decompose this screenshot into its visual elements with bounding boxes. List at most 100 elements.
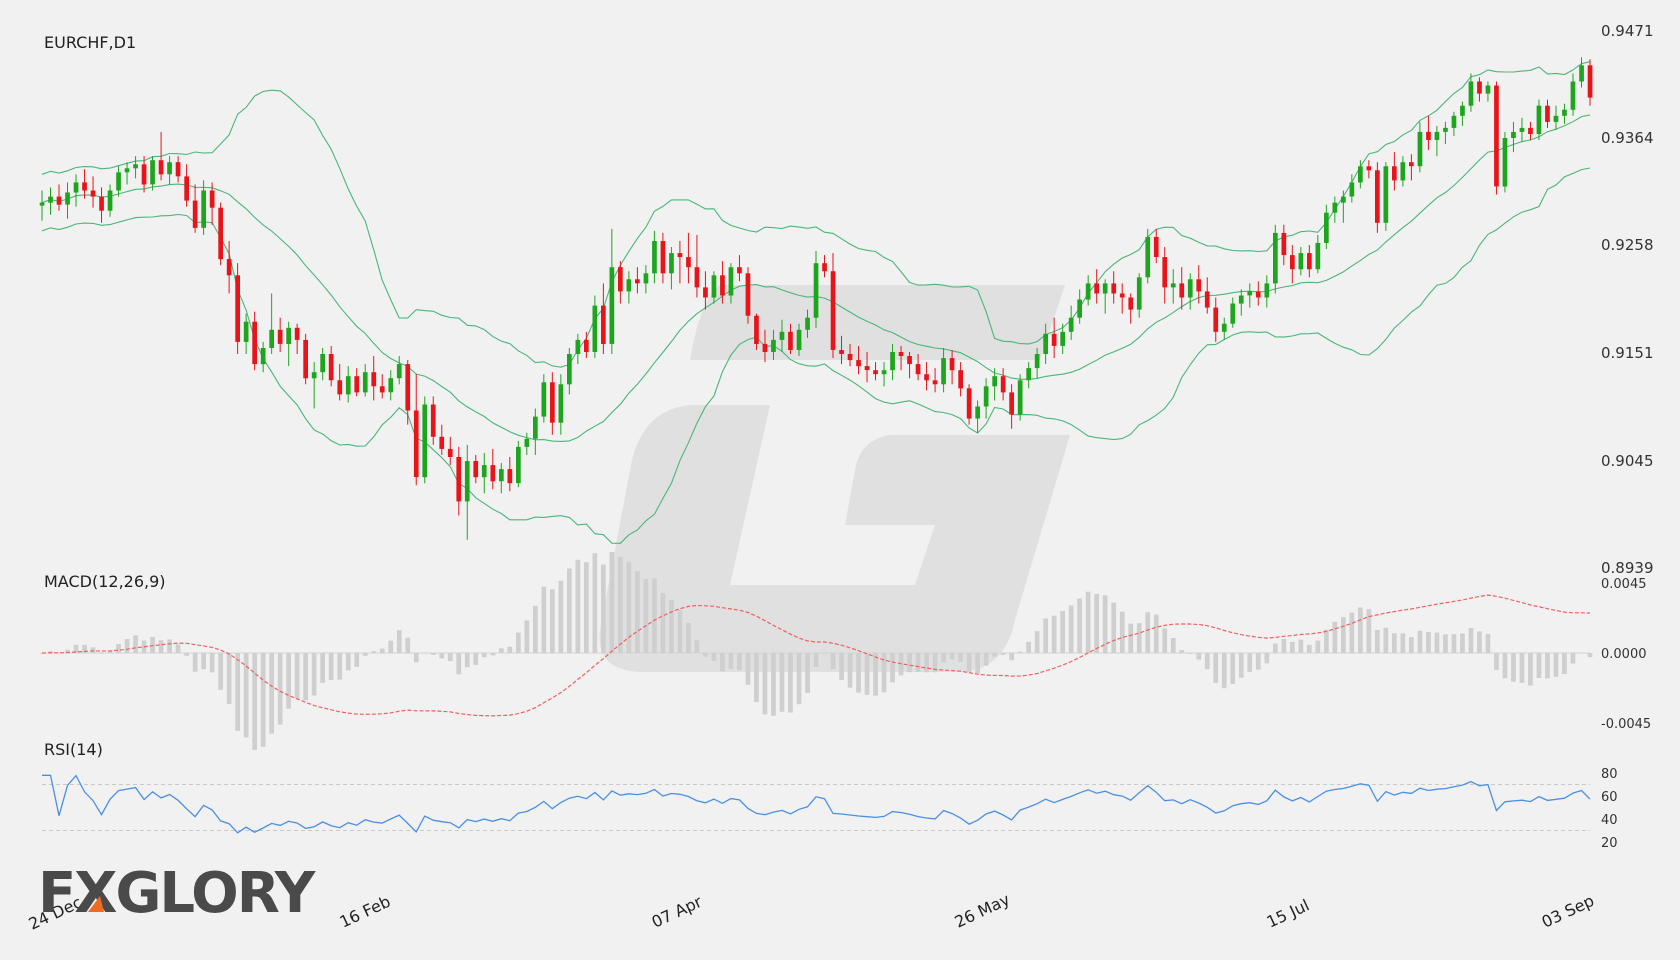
candle-up xyxy=(1443,127,1448,132)
macd-histogram-bar xyxy=(499,648,504,653)
candle-down xyxy=(235,275,240,342)
candle-up xyxy=(1230,303,1236,324)
candle-up xyxy=(422,404,428,478)
candle-up xyxy=(396,364,402,379)
candle-up xyxy=(1570,81,1576,110)
macd-histogram-bar xyxy=(1341,617,1346,653)
macd-histogram-bar xyxy=(856,653,861,693)
macd-histogram-bar xyxy=(192,653,198,672)
candle-down xyxy=(1290,255,1295,270)
macd-histogram-bar xyxy=(158,640,164,653)
candle-down xyxy=(677,253,683,258)
candle-down xyxy=(839,350,844,354)
macd-histogram-bar xyxy=(728,653,734,670)
macd-histogram-bar xyxy=(337,653,343,680)
macd-histogram-bar xyxy=(1162,628,1168,653)
candle-down xyxy=(898,352,904,356)
macd-histogram-bar xyxy=(1485,633,1491,653)
candle-down xyxy=(1307,253,1312,270)
candle-up xyxy=(243,321,249,342)
macd-histogram-bar xyxy=(1119,611,1125,653)
candle-up xyxy=(1264,283,1270,298)
chart-canvas: EURCHF,D1 MACD(12,26,9) RSI(14) 0.9471 0… xyxy=(26,22,1654,934)
macd-histogram-bar xyxy=(626,561,632,653)
candle-up xyxy=(1298,253,1304,270)
macd-histogram-bar xyxy=(1324,629,1329,653)
candle-down xyxy=(1366,166,1372,171)
candle-up xyxy=(941,358,946,385)
candle-up xyxy=(992,376,997,387)
candle-down xyxy=(550,382,555,423)
candle-up xyxy=(983,386,989,407)
candle-down xyxy=(745,273,751,316)
macd-histogram-bar xyxy=(218,653,223,690)
candle-up xyxy=(311,372,317,379)
macd-histogram-bar xyxy=(949,653,955,660)
candle-down xyxy=(1213,307,1219,332)
candle-up xyxy=(388,378,394,393)
candle-up xyxy=(1579,65,1584,82)
macd-histogram-bar xyxy=(873,653,878,696)
candle-down xyxy=(226,259,232,276)
macd-histogram-bar xyxy=(1400,633,1406,653)
macd-histogram-bar xyxy=(847,653,853,688)
candle-up xyxy=(1562,109,1567,116)
macd-histogram-bar xyxy=(1238,653,1244,678)
macd-histogram-bar xyxy=(1553,653,1559,677)
candle-up xyxy=(1511,131,1516,138)
candle-up xyxy=(711,275,717,298)
macd-histogram-bar xyxy=(796,653,802,705)
candle-up xyxy=(881,370,887,375)
macd-histogram-bar xyxy=(1128,623,1134,653)
candle-down xyxy=(99,196,104,211)
candle-up xyxy=(65,192,70,205)
candle-down xyxy=(1051,333,1057,346)
macd-histogram-bar xyxy=(711,653,717,661)
candle-down xyxy=(1426,131,1431,140)
macd-histogram-bar xyxy=(439,653,445,659)
macd-histogram-bar xyxy=(1264,653,1270,664)
candle-down xyxy=(788,331,793,350)
macd-histogram-bar xyxy=(201,653,206,670)
macd-histogram-bar xyxy=(1136,623,1142,653)
candle-up xyxy=(1383,166,1389,223)
rsi-y-tick: 20 xyxy=(1601,836,1618,851)
macd-histogram-bar xyxy=(601,564,606,653)
candle-up xyxy=(1170,283,1176,288)
macd-histogram-bar xyxy=(541,586,547,653)
macd-histogram-bar xyxy=(1417,630,1423,653)
candle-down xyxy=(507,469,513,484)
macd-histogram-bar xyxy=(133,635,138,653)
macd-histogram-bar xyxy=(788,653,793,713)
candle-down xyxy=(294,327,300,340)
x-tick-label: 15 Jul xyxy=(1264,895,1313,931)
macd-histogram-bar xyxy=(584,562,589,653)
candle-down xyxy=(1494,85,1499,187)
candle-up xyxy=(592,305,598,352)
candle-up xyxy=(1247,291,1253,296)
candle-down xyxy=(873,370,878,375)
candle-up xyxy=(362,372,368,393)
candle-down xyxy=(932,380,938,385)
macd-histogram-bar xyxy=(1298,639,1304,653)
macd-histogram-bar xyxy=(371,651,377,653)
candle-up xyxy=(1460,105,1465,116)
candle-down xyxy=(601,305,606,344)
macd-histogram-bar xyxy=(1392,633,1397,653)
candle-up xyxy=(1136,277,1142,310)
macd-histogram-bar xyxy=(1545,653,1550,679)
candle-down xyxy=(1009,392,1014,415)
macd-histogram-bar xyxy=(303,653,308,701)
candle-down xyxy=(337,380,343,395)
candle-down xyxy=(413,410,419,478)
candle-up xyxy=(1060,331,1065,346)
macd-histogram-bar xyxy=(90,647,96,653)
logo-letter-x: X xyxy=(74,861,117,926)
macd-histogram-bar xyxy=(481,653,487,658)
candle-down xyxy=(456,457,462,502)
macd-histogram-bar xyxy=(1221,653,1227,689)
candle-up xyxy=(269,329,274,348)
macd-histogram-bar xyxy=(1196,653,1202,660)
macd-histogram-bar xyxy=(516,632,521,653)
macd-histogram-bar xyxy=(771,653,776,716)
